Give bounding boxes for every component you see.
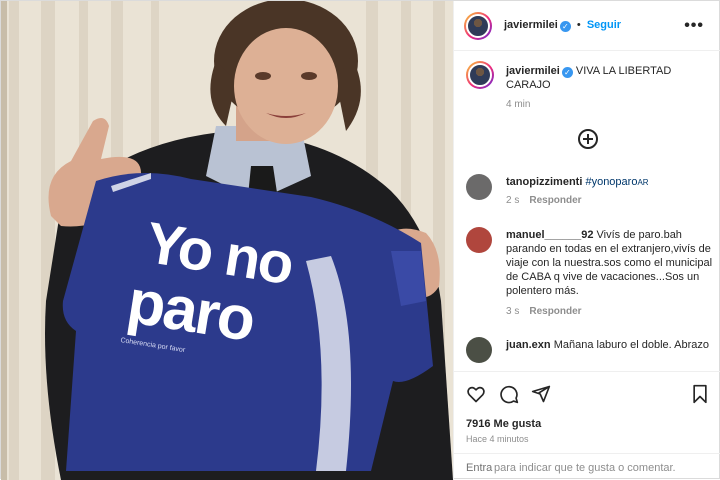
comment-text: tanopizzimenti #yonoparoAR xyxy=(506,175,716,190)
reply-button[interactable]: Responder xyxy=(529,195,581,206)
author-avatar[interactable] xyxy=(464,12,492,40)
comment-username[interactable]: tanopizzimenti xyxy=(506,176,582,188)
caption-username[interactable]: javiermilei xyxy=(506,65,560,77)
post-window: Yo no paro Coherencia por favor javiermi… xyxy=(0,0,720,480)
plus-circle-icon[interactable] xyxy=(578,129,598,149)
post-actions: 7916 Me gusta Hace 4 minutos xyxy=(454,371,720,453)
commenter-avatar[interactable] xyxy=(466,337,492,363)
login-prompt: Entra para indicar que te gusta o coment… xyxy=(454,453,720,480)
comment-meta: 3 s Responder xyxy=(506,306,582,317)
post-caption: javiermilei ✓ VIVA LA LIBERTAD CARAJO 4 m… xyxy=(466,61,716,111)
more-options-icon[interactable]: ••• xyxy=(684,17,704,35)
bookmark-icon[interactable] xyxy=(690,384,710,404)
post-photo[interactable]: Yo no paro Coherencia por favor xyxy=(1,1,453,480)
comment-username[interactable]: manuel______92 xyxy=(506,229,593,241)
comment-text: manuel______92 Vivís de paro.bah parando… xyxy=(506,228,716,298)
author-line: javiermilei ✓ • Seguir xyxy=(504,19,621,32)
post-timestamp: Hace 4 minutos xyxy=(466,434,529,444)
commenter-avatar[interactable] xyxy=(466,174,492,200)
comment-icon[interactable] xyxy=(499,384,519,404)
comment-time: 3 s xyxy=(506,306,520,317)
comment-item: manuel______92 Vivís de paro.bah parando… xyxy=(466,226,716,326)
comment-item: tanopizzimenti #yonoparoAR 2 s Responder xyxy=(466,173,716,213)
verified-badge-icon: ✓ xyxy=(561,67,573,78)
login-link[interactable]: Entra xyxy=(466,462,492,474)
author-username[interactable]: javiermilei xyxy=(504,19,558,31)
comment-meta: 2 s Responder xyxy=(506,195,582,206)
comment-text: juan.exn Mañana laburo el doble. Abrazo xyxy=(506,338,716,352)
login-prompt-text: para indicar que te gusta o comentar. xyxy=(494,462,676,474)
share-icon[interactable] xyxy=(531,384,551,404)
commenter-avatar[interactable] xyxy=(466,227,492,253)
verified-badge-icon: ✓ xyxy=(559,21,571,32)
comment-item: juan.exn Mañana laburo el doble. Abrazo xyxy=(466,336,716,376)
caption-avatar[interactable] xyxy=(466,61,494,89)
likes-count[interactable]: 7916 Me gusta xyxy=(466,418,541,430)
comments-section[interactable]: javiermilei ✓ VIVA LA LIBERTAD CARAJO 4 m… xyxy=(454,51,720,371)
comment-hashtag-suffix: AR xyxy=(637,178,649,187)
reply-button[interactable]: Responder xyxy=(529,306,581,317)
comment-hashtag[interactable]: #yonoparo xyxy=(585,176,637,188)
comment-body: Mañana laburo el doble. Abrazo xyxy=(553,339,710,351)
post-side-panel: javiermilei ✓ • Seguir ••• javiermilei ✓ V… xyxy=(453,1,720,480)
comment-username[interactable]: juan.exn xyxy=(506,339,551,351)
heart-icon[interactable] xyxy=(466,384,486,404)
caption-time: 4 min xyxy=(506,99,531,110)
post-header: javiermilei ✓ • Seguir ••• xyxy=(454,1,720,51)
follow-button[interactable]: Seguir xyxy=(587,19,621,31)
separator-dot: • xyxy=(576,19,581,31)
caption-text: javiermilei ✓ VIVA LA LIBERTAD CARAJO xyxy=(506,64,716,92)
comment-time: 2 s xyxy=(506,195,520,206)
